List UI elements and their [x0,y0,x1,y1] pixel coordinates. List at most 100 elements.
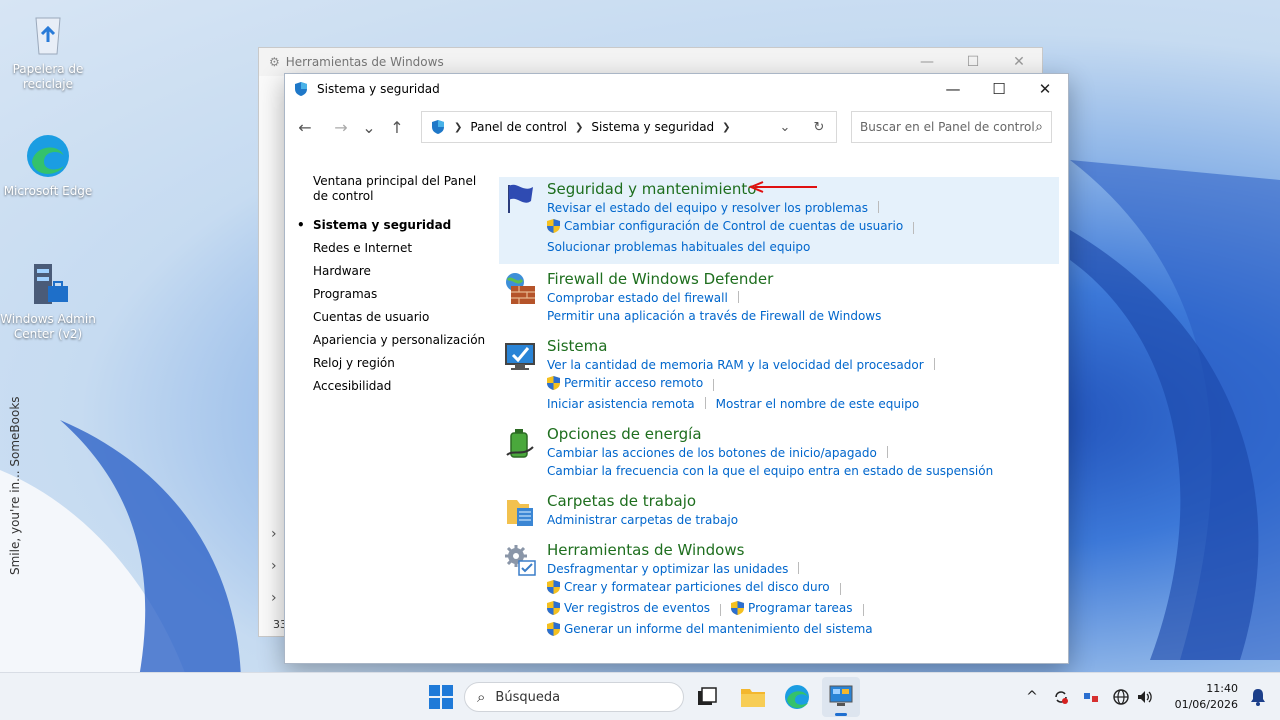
recent-locations-button[interactable]: ⌄ [355,113,383,141]
taskbar-search-placeholder: Búsqueda [495,689,561,705]
forward-button[interactable]: → [327,113,355,141]
back-window-left-strip: › › › 33 [259,76,287,636]
work-folders-icon [507,500,533,526]
control-panel-window[interactable]: Sistema y seguridad — ☐ ✕ ← → ⌄ ↑ ❯ Pane… [284,73,1069,664]
link-troubleshoot[interactable]: Solucionar problemas habituales del equi… [547,238,810,256]
uac-shield-icon [547,601,560,615]
link-schedule-tasks[interactable]: Programar tareas [731,599,853,617]
link-disk-partitions[interactable]: Crear y formatear particiones del disco … [547,578,830,596]
start-windows-icon[interactable] [426,682,456,712]
sidebar-item-accesibilidad[interactable]: Accesibilidad [313,379,493,394]
back-button[interactable]: ← [291,113,319,141]
breadcrumb-panel-de-control[interactable]: Panel de control [470,120,567,134]
control-panel-icon [432,120,444,134]
globe-network-icon[interactable] [1112,688,1130,706]
task-view-icon[interactable] [692,682,722,712]
link-remote-assistance[interactable]: Iniciar asistencia remota [547,395,695,413]
link-power-buttons[interactable]: Cambiar las acciones de los botones de i… [547,444,877,462]
sidebar-item-hardware[interactable]: Hardware [313,264,493,279]
link-manage-work-folders[interactable]: Administrar carpetas de trabajo [547,511,738,529]
edge-taskbar-icon[interactable] [782,682,812,712]
link-event-logs[interactable]: Ver registros de eventos [547,599,710,617]
volume-icon[interactable] [1136,688,1154,706]
link-text: Cambiar configuración de Control de cuen… [564,219,904,233]
link-divider [737,291,739,303]
link-remote-access[interactable]: Permitir acceso remoto [547,374,703,392]
minimize-button[interactable]: — [904,54,950,70]
link-firewall-status[interactable]: Comprobar estado del firewall [547,289,728,307]
taskbar-clock[interactable]: 11:40 01/06/2026 [1175,681,1238,713]
search-placeholder: Buscar en el Panel de control [860,120,1035,134]
sidebar-item-apariencia[interactable]: Apariencia y personalización [313,333,493,348]
sidebar-item-programas[interactable]: Programas [313,287,493,302]
link-computer-name[interactable]: Mostrar el nombre de este equipo [716,395,920,413]
chevron-right-icon[interactable]: › [271,590,277,606]
window-titlebar[interactable]: Sistema y seguridad — ☐ ✕ [285,74,1068,104]
active-indicator [835,713,847,716]
up-button[interactable]: ↑ [383,113,411,141]
tools-icon: ⚙ [269,55,280,69]
sidebar-item-cuentas[interactable]: Cuentas de usuario [313,310,493,325]
flag-icon [508,184,533,213]
sidebar-item-redes[interactable]: Redes e Internet [313,241,493,256]
link-review-status[interactable]: Revisar el estado del equipo y resolver … [547,199,868,217]
taskbar: ⌕ Búsqueda ^ 11:40 01/06/2026 [0,672,1280,720]
firewall-icon [506,273,535,304]
maximize-button[interactable]: ☐ [976,74,1022,104]
link-uac-settings[interactable]: Cambiar configuración de Control de cuen… [547,217,903,235]
tray-overflow-chevron[interactable]: ^ [1022,689,1042,705]
chevron-right-icon[interactable]: › [271,526,277,542]
address-dropdown-icon[interactable]: ⌄ [768,120,802,135]
power-options-icon [506,429,534,458]
sidebar-item-reloj[interactable]: Reloj y región [313,356,493,371]
sync-icon[interactable] [1052,688,1070,706]
system-tray: ^ [1022,673,1154,720]
taskbar-search-box[interactable]: ⌕ Búsqueda [464,682,684,712]
link-defragment[interactable]: Desfragmentar y optimizar las unidades [547,560,788,578]
network-device-icon[interactable] [1082,688,1100,706]
minimize-button[interactable]: — [930,74,976,104]
chevron-right-icon[interactable]: ❯ [575,122,583,133]
close-button[interactable]: ✕ [996,54,1042,70]
refresh-icon[interactable]: ↻ [802,120,836,135]
category-title[interactable]: Firewall de Windows Defender [547,270,773,289]
link-divider [713,379,715,391]
chevron-right-icon[interactable]: › [271,558,277,574]
clock-date: 01/06/2026 [1174,698,1238,711]
link-text: Crear y formatear particiones del disco … [564,580,830,594]
desktop-icon-admin-center[interactable]: Windows Admin Center (v2) [0,260,96,342]
link-maintenance-report[interactable]: Generar un informe del mantenimiento del… [547,620,873,638]
sidebar-item-sistema-y-seguridad[interactable]: Sistema y seguridad [297,218,493,233]
chevron-right-icon: ❯ [454,121,463,133]
category-title[interactable]: Opciones de energía [547,425,702,444]
chevron-right-icon[interactable]: ❯ [722,122,730,133]
link-sleep-frequency[interactable]: Cambiar la frecuencia con la que el equi… [547,462,993,480]
search-input[interactable]: Buscar en el Panel de control ⌕ [851,111,1052,143]
notification-bell-icon[interactable] [1250,688,1266,706]
link-ram-speed[interactable]: Ver la cantidad de memoria RAM y la velo… [547,356,924,374]
link-divider [913,222,915,234]
file-explorer-icon[interactable] [738,682,768,712]
close-button[interactable]: ✕ [1022,74,1068,104]
desktop-icon-label: Microsoft Edge [3,184,93,198]
desktop-icon-recycle-bin[interactable]: Papelera de reciclaje [0,10,96,92]
back-window-titlebar[interactable]: ⚙ Herramientas de Windows — ☐ ✕ [259,48,1042,76]
category-title[interactable]: Sistema [547,337,607,356]
maximize-button[interactable]: ☐ [950,54,996,70]
category-title[interactable]: Herramientas de Windows [547,541,744,560]
search-icon[interactable]: ⌕ [1035,119,1043,135]
link-divider [839,583,841,595]
link-divider [720,604,722,616]
control-panel-icon [829,685,853,706]
category-windows-tools: Herramientas de Windows Desfragmentar y … [499,539,1059,647]
sidebar-item-home[interactable]: Ventana principal del Panel de control [313,174,493,204]
desktop-icon-edge[interactable]: Microsoft Edge [0,132,96,199]
breadcrumb-sistema-y-seguridad[interactable]: Sistema y seguridad [591,120,714,134]
gears-icon [505,545,536,576]
category-title[interactable]: Carpetas de trabajo [547,492,696,511]
address-bar[interactable]: ❯ Panel de control ❯ Sistema y seguridad… [421,111,837,143]
control-panel-taskbar-button[interactable] [822,677,860,717]
somebooks-watermark: Smile, you're in... SomeBooks [8,396,22,575]
category-title[interactable]: Seguridad y mantenimiento [547,180,756,199]
link-allow-app[interactable]: Permitir una aplicación a través de Fire… [547,307,881,325]
